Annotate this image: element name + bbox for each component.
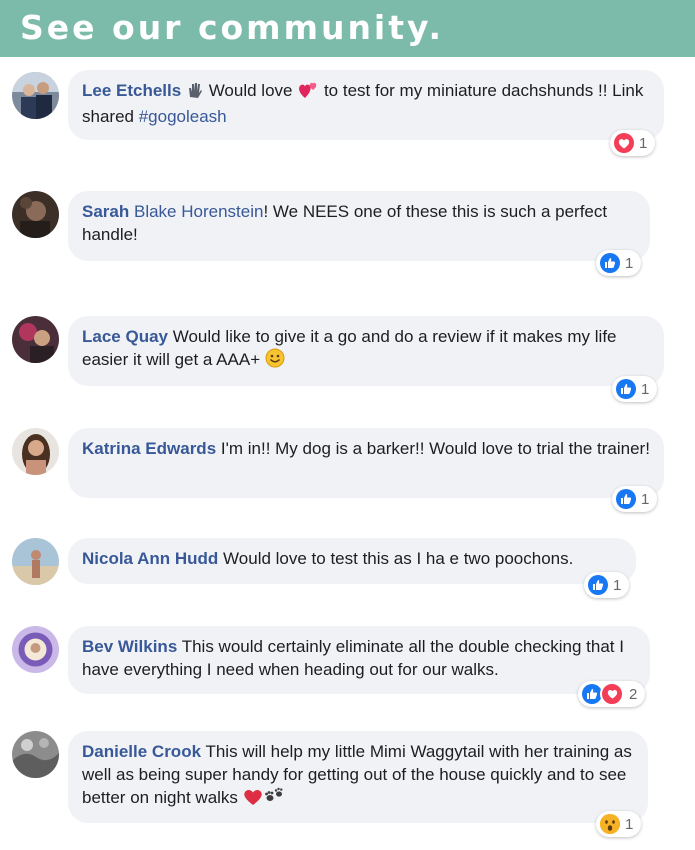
comment-bubble: Nicola Ann Hudd Would love to test this … <box>68 538 636 584</box>
avatar[interactable] <box>12 731 59 778</box>
reaction-count: 1 <box>639 134 648 152</box>
comment-author-mention[interactable]: Blake Horenstein <box>134 202 263 221</box>
reaction-summary[interactable]: 1 <box>596 811 642 837</box>
paw-prints-icon <box>263 786 285 812</box>
comment-author[interactable]: Katrina Edwards <box>82 439 216 458</box>
comment-bubble: Bev Wilkins This would certainly elimina… <box>68 626 650 694</box>
comment-bubble: Sarah Blake Horenstein! We NEES one of t… <box>68 191 650 261</box>
avatar[interactable] <box>12 191 59 238</box>
page-title: See our community. <box>20 8 445 47</box>
comment-author[interactable]: Danielle Crook <box>82 742 201 761</box>
comment-bubble: Katrina Edwards I'm in!! My dog is a bar… <box>68 428 664 498</box>
reaction-summary[interactable]: 1 <box>612 376 658 402</box>
comment-bubble: Danielle Crook This will help my little … <box>68 731 648 823</box>
wow-reaction-icon <box>600 814 620 834</box>
avatar[interactable] <box>12 316 59 363</box>
reaction-count: 1 <box>613 576 622 594</box>
like-reaction-icon <box>582 684 602 704</box>
reaction-count: 1 <box>641 490 650 508</box>
comment-bubble: Lee Etchells Would love to test for my m… <box>68 70 664 140</box>
comment-author[interactable]: Bev Wilkins <box>82 637 177 656</box>
like-reaction-icon <box>616 379 636 399</box>
comment-text: Would love to test this as I ha e two po… <box>223 549 574 568</box>
comment-author[interactable]: Sarah <box>82 202 129 221</box>
reaction-summary[interactable]: 1 <box>610 130 656 156</box>
comment-text: I'm in!! My dog is a barker!! Would love… <box>220 439 650 458</box>
reaction-count: 1 <box>641 380 650 398</box>
reaction-summary[interactable]: 1 <box>584 572 630 598</box>
like-reaction-icon <box>600 253 620 273</box>
avatar[interactable] <box>12 626 59 673</box>
reaction-summary[interactable]: 1 <box>596 250 642 276</box>
like-reaction-icon <box>588 575 608 595</box>
like-reaction-icon <box>616 489 636 509</box>
comment-author[interactable]: Lace Quay <box>82 327 168 346</box>
reaction-count: 1 <box>625 815 634 833</box>
comment-bubble: Lace Quay Would like to give it a go and… <box>68 316 664 386</box>
hashtag-link[interactable]: #gogoleash <box>139 107 227 126</box>
love-reaction-icon <box>614 133 634 153</box>
reaction-count: 1 <box>625 254 634 272</box>
love-reaction-icon <box>600 682 624 706</box>
avatar[interactable] <box>12 72 59 119</box>
two-hearts-icon <box>297 81 319 105</box>
header-banner: See our community. <box>0 0 695 57</box>
avatar[interactable] <box>12 538 59 585</box>
smiling-face-icon <box>265 348 285 374</box>
comment-author[interactable]: Lee Etchells <box>82 81 181 100</box>
avatar[interactable] <box>12 428 59 475</box>
red-heart-icon <box>243 788 263 812</box>
comment-text: Would love <box>208 81 293 100</box>
waving-hand-icon <box>186 81 204 105</box>
reaction-summary[interactable]: 2 <box>578 681 646 707</box>
reaction-summary[interactable]: 1 <box>612 486 658 512</box>
comment-author[interactable]: Nicola Ann Hudd <box>82 549 218 568</box>
reaction-count: 2 <box>629 685 638 703</box>
